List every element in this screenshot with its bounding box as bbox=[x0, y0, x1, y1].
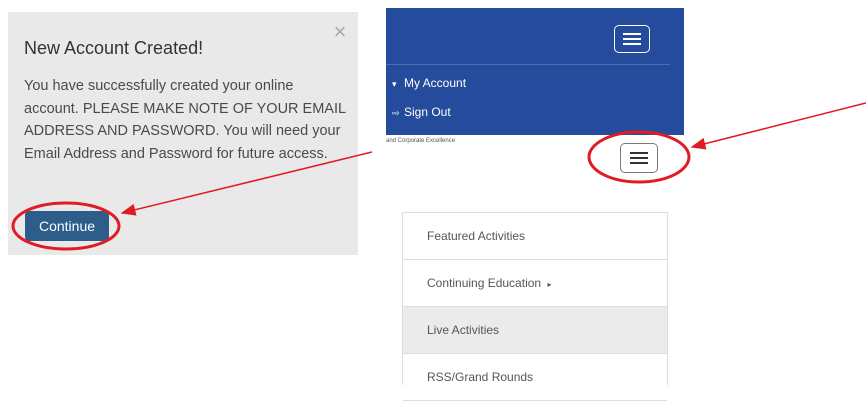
menu-item-continuing-education[interactable]: Continuing Education ▸ bbox=[403, 260, 667, 307]
menu-item-rss-grand-rounds[interactable]: RSS/Grand Rounds bbox=[403, 354, 667, 401]
account-created-dialog: × New Account Created! You have successf… bbox=[8, 12, 358, 255]
hamburger-icon bbox=[630, 152, 648, 154]
nav-divider bbox=[386, 64, 670, 65]
menu-item-label: Live Activities bbox=[427, 323, 500, 337]
menu-item-label: Featured Activities bbox=[427, 229, 526, 243]
menu-item-featured-activities[interactable]: Featured Activities bbox=[403, 213, 667, 260]
sign-out-link[interactable]: ⇨ Sign Out bbox=[392, 105, 451, 119]
menu-item-label: Continuing Education bbox=[427, 276, 542, 290]
menu-toggle-button[interactable] bbox=[620, 143, 658, 173]
caret-right-icon: ▸ bbox=[547, 280, 552, 289]
hamburger-icon bbox=[623, 43, 641, 45]
hamburger-icon bbox=[623, 33, 641, 35]
activities-menu: Featured Activities Continuing Education… bbox=[402, 212, 668, 401]
nav-toggle-button[interactable] bbox=[614, 25, 650, 53]
hamburger-icon bbox=[623, 38, 641, 40]
my-account-link[interactable]: ▾ My Account bbox=[392, 76, 466, 90]
arrow-to-toggle bbox=[690, 102, 866, 150]
continue-button[interactable]: Continue bbox=[25, 211, 109, 241]
menu-item-live-activities[interactable]: Live Activities bbox=[403, 307, 667, 354]
sign-out-icon: ⇨ bbox=[392, 108, 400, 118]
close-icon[interactable]: × bbox=[330, 21, 350, 43]
my-account-label: My Account bbox=[404, 76, 467, 90]
hamburger-icon bbox=[630, 157, 648, 159]
brand-subline: and Corporate Excellence bbox=[386, 138, 456, 144]
sign-out-label: Sign Out bbox=[404, 105, 451, 119]
hamburger-icon bbox=[630, 162, 648, 164]
dialog-title: New Account Created! bbox=[24, 38, 204, 58]
top-navigation: ▾ My Account ⇨ Sign Out bbox=[386, 8, 684, 135]
menu-item-label: RSS/Grand Rounds bbox=[427, 370, 534, 384]
dialog-message: You have successfully created your onlin… bbox=[24, 78, 346, 162]
caret-down-icon: ▾ bbox=[392, 79, 397, 89]
